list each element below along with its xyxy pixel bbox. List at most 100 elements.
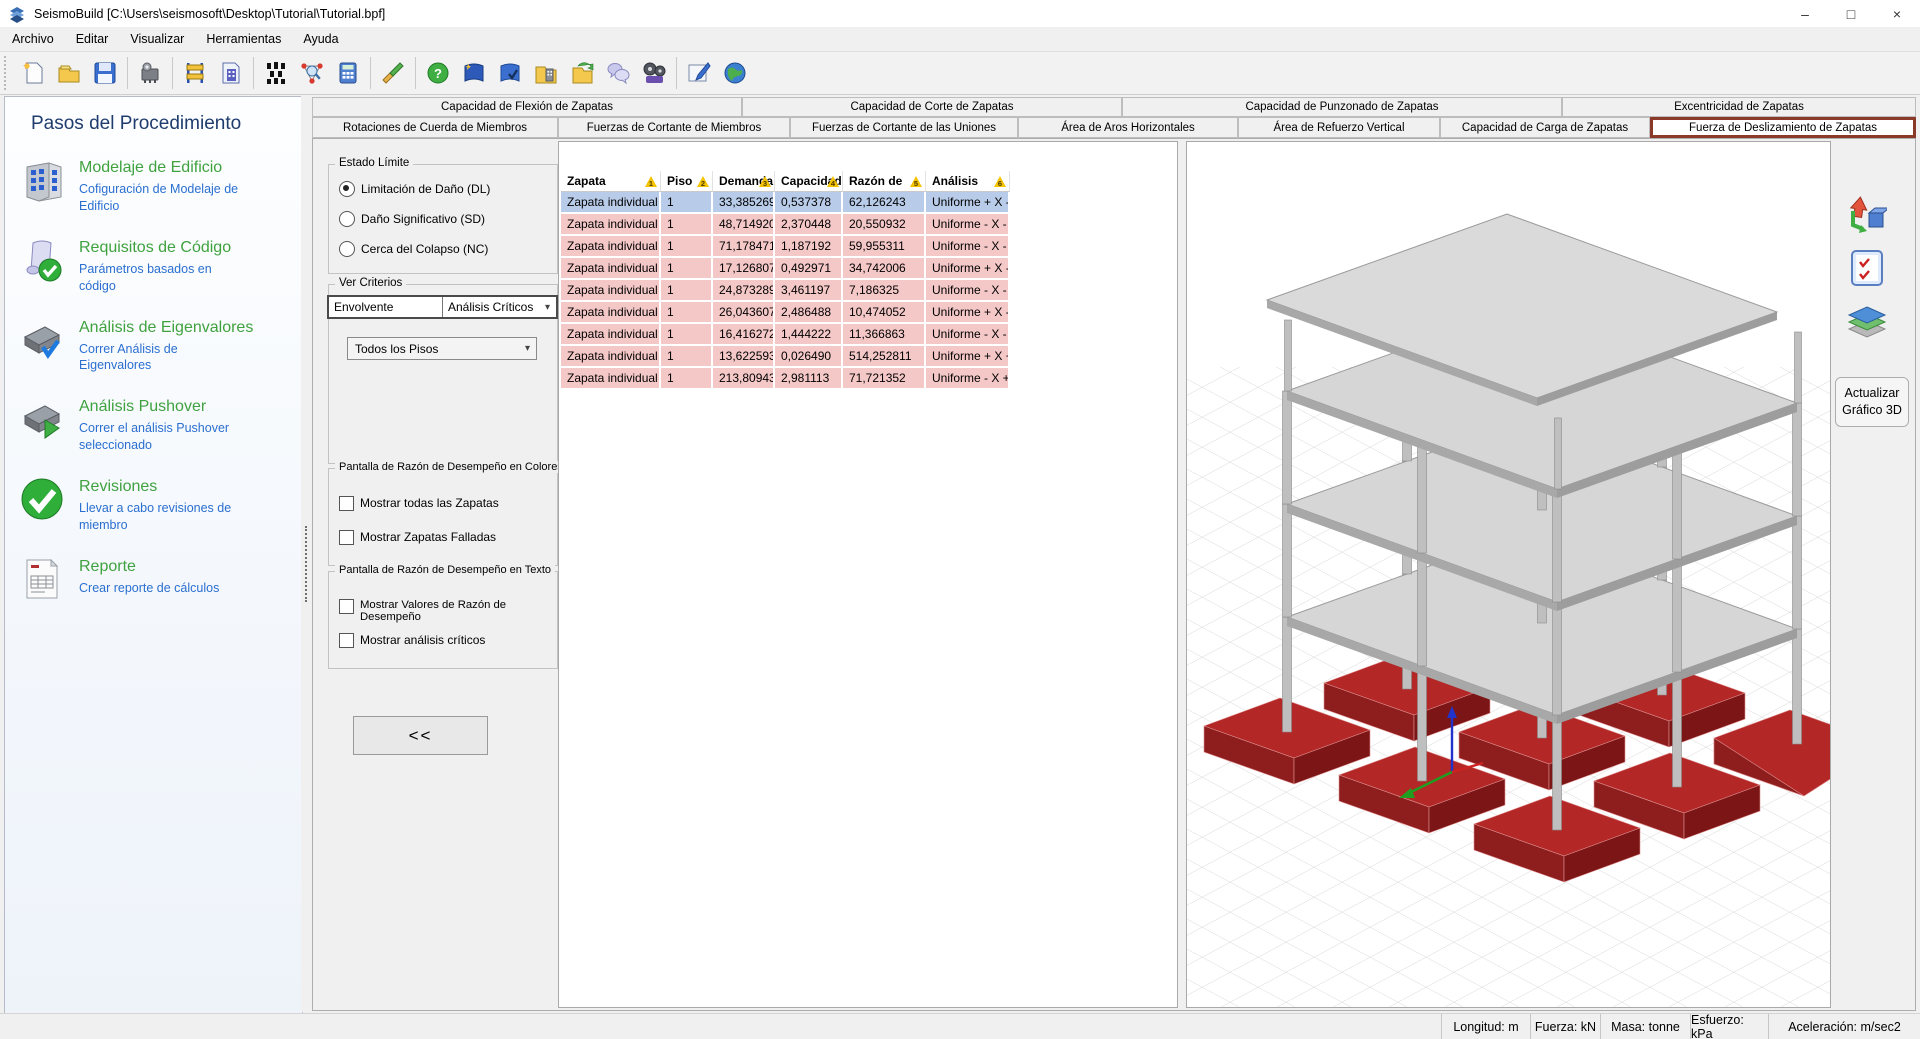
layers-icon[interactable] — [1847, 304, 1887, 342]
paintbrush-button[interactable] — [375, 55, 411, 91]
header-zapata[interactable]: Zapata1 — [561, 171, 661, 192]
tab-capacidad-carga[interactable]: Capacidad de Carga de Zapatas — [1440, 117, 1650, 138]
step-requisitos-codigo[interactable]: Requisitos de Código Parámetros basados … — [19, 237, 292, 295]
checkbox-mostrar-valores-razon[interactable]: Mostrar Valores de Razón de Desempeño — [339, 599, 551, 623]
header-analisis[interactable]: Análisis6 — [926, 171, 1010, 192]
table-row[interactable]: Zapata individual148,7149202,37044820,55… — [561, 214, 1010, 236]
step-title[interactable]: Modelaje de Edificio — [79, 159, 249, 177]
video-tutorials-button[interactable] — [636, 55, 672, 91]
radio-cerca-colapso[interactable]: Cerca del Colapso (NC) — [339, 241, 488, 257]
tab-rotaciones-cuerda[interactable]: Rotaciones de Cuerda de Miembros — [312, 117, 558, 138]
floors-combobox[interactable]: Todos los Pisos ▾ — [347, 337, 537, 360]
cell-razon: 7,186325 — [843, 280, 926, 302]
forum-comments-button[interactable] — [600, 55, 636, 91]
chevron-down-icon[interactable]: ▾ — [525, 343, 530, 354]
tab-fuerzas-cortante-uniones[interactable]: Fuerzas de Cortante de las Uniones — [790, 117, 1018, 138]
help-button[interactable]: ? — [420, 55, 456, 91]
header-demanda[interactable]: Demanda3 — [713, 171, 775, 192]
new-project-button[interactable] — [15, 55, 51, 91]
checkbox-mostrar-todas-zapatas[interactable]: Mostrar todas las Zapatas — [339, 496, 499, 511]
criteria-combobox[interactable]: Envolvente Análisis Críticos▾ — [327, 295, 558, 319]
menu-ayuda[interactable]: Ayuda — [293, 29, 348, 49]
chevron-down-icon[interactable]: ▾ — [545, 302, 550, 313]
member-pattern-button[interactable] — [258, 55, 294, 91]
step-subtitle[interactable]: Cofiguración de Modelaje de Edificio — [79, 181, 249, 215]
check-book-button[interactable] — [492, 55, 528, 91]
step-subtitle[interactable]: Parámetros basados en código — [79, 261, 249, 295]
eigenvalue-model-button[interactable] — [294, 55, 330, 91]
menu-visualizar[interactable]: Visualizar — [120, 29, 194, 49]
processor-settings-button[interactable] — [132, 55, 168, 91]
tab-capacidad-flexion[interactable]: Capacidad de Flexión de Zapatas — [312, 97, 742, 117]
menu-editar[interactable]: Editar — [66, 29, 119, 49]
step-analisis-eigenvalores[interactable]: Análisis de Eigenvalores Correr Análisis… — [19, 317, 292, 375]
table-row[interactable]: Zapata individual113,6225930,026490514,2… — [561, 346, 1010, 368]
menu-herramientas[interactable]: Herramientas — [196, 29, 291, 49]
step-title[interactable]: Análisis Pushover — [79, 398, 249, 416]
radio-dot[interactable] — [339, 241, 355, 257]
radio-dot[interactable] — [339, 181, 355, 197]
minimize-button[interactable]: – — [1782, 0, 1828, 27]
step-reporte[interactable]: Reporte Crear reporte de cálculos — [19, 556, 292, 602]
building-modeller-button[interactable] — [213, 55, 249, 91]
header-piso[interactable]: Piso2 — [661, 171, 713, 192]
table-row[interactable]: Zapata individual133,3852690,53737862,12… — [561, 192, 1010, 214]
sidebar-splitter[interactable] — [301, 96, 312, 1012]
step-subtitle[interactable]: Crear reporte de cálculos — [79, 580, 219, 597]
refresh-folder-button[interactable] — [564, 55, 600, 91]
step-subtitle[interactable]: Correr Análisis de Eigenvalores — [79, 341, 249, 375]
tab-fuerzas-cortante-miembros[interactable]: Fuerzas de Cortante de Miembros — [558, 117, 790, 138]
step-title[interactable]: Revisiones — [79, 478, 249, 496]
step-title[interactable]: Análisis de Eigenvalores — [79, 319, 253, 337]
calculator-button[interactable] — [330, 55, 366, 91]
header-razon[interactable]: Razón de5 — [843, 171, 926, 192]
step-subtitle[interactable]: Correr el análisis Pushover seleccionado — [79, 420, 249, 454]
checkbox-box[interactable] — [339, 633, 354, 648]
radio-dot[interactable] — [339, 211, 355, 227]
report-editor-button[interactable] — [681, 55, 717, 91]
close-button[interactable]: × — [1874, 0, 1920, 27]
web-globe-button[interactable] — [717, 55, 753, 91]
status-masa: Masa: tonne — [1600, 1014, 1690, 1039]
collapse-panel-button[interactable]: << — [353, 716, 488, 755]
tab-area-refuerzo[interactable]: Área de Refuerzo Vertical — [1238, 117, 1440, 138]
step-subtitle[interactable]: Llevar a cabo revisiones de miembro — [79, 500, 249, 534]
table-row[interactable]: Zapata individual1213,809432,98111371,72… — [561, 368, 1010, 390]
cell-razon: 11,366863 — [843, 324, 926, 346]
header-capacidad[interactable]: Capacidad4 — [775, 171, 843, 192]
axes-cube-icon[interactable] — [1847, 195, 1887, 233]
radio-dano-significativo[interactable]: Daño Significativo (SD) — [339, 211, 485, 227]
update-3d-button[interactable]: Actualizar Gráfico 3D — [1835, 377, 1909, 427]
radio-limitacion-dano[interactable]: Limitación de Daño (DL) — [339, 181, 490, 197]
checkbox-mostrar-analisis-criticos[interactable]: Mostrar análisis críticos — [339, 633, 485, 648]
table-row[interactable]: Zapata individual171,1784711,18719259,95… — [561, 236, 1010, 258]
step-analisis-pushover[interactable]: Análisis Pushover Correr el análisis Pus… — [19, 396, 292, 454]
tab-excentricidad[interactable]: Excentricidad de Zapatas — [1562, 97, 1916, 117]
checkbox-box[interactable] — [339, 530, 354, 545]
step-revisiones[interactable]: Revisiones Llevar a cabo revisiones de m… — [19, 476, 292, 534]
tab-fuerza-deslizamiento[interactable]: Fuerza de Deslizamiento de Zapatas — [1650, 117, 1916, 138]
checkbox-box[interactable] — [339, 496, 354, 511]
table-row[interactable]: Zapata individual116,4162721,44422211,36… — [561, 324, 1010, 346]
step-modelaje-edificio[interactable]: Modelaje de Edificio Cofiguración de Mod… — [19, 157, 292, 215]
viewport-3d[interactable] — [1186, 141, 1831, 1008]
step-title[interactable]: Requisitos de Código — [79, 239, 249, 257]
maximize-button[interactable]: □ — [1828, 0, 1874, 27]
project-folder-button[interactable] — [528, 55, 564, 91]
open-project-button[interactable] — [51, 55, 87, 91]
tab-capacidad-punzonado[interactable]: Capacidad de Punzonado de Zapatas — [1122, 97, 1562, 117]
step-title[interactable]: Reporte — [79, 558, 219, 576]
splitter-handle[interactable] — [305, 526, 307, 602]
table-row[interactable]: Zapata individual124,8732893,4611977,186… — [561, 280, 1010, 302]
save-project-button[interactable] — [87, 55, 123, 91]
table-row[interactable]: Zapata individual126,0436072,48648810,47… — [561, 302, 1010, 324]
frame-elements-button[interactable] — [177, 55, 213, 91]
checklist-icon[interactable] — [1851, 249, 1883, 287]
tutorial-book-button[interactable] — [456, 55, 492, 91]
menu-archivo[interactable]: Archivo — [2, 29, 64, 49]
tab-area-aros[interactable]: Área de Aros Horizontales — [1018, 117, 1238, 138]
table-row[interactable]: Zapata individual117,1268070,49297134,74… — [561, 258, 1010, 280]
tab-capacidad-corte[interactable]: Capacidad de Corte de Zapatas — [742, 97, 1122, 117]
checkbox-box[interactable] — [339, 599, 354, 614]
checkbox-mostrar-zapatas-falladas[interactable]: Mostrar Zapatas Falladas — [339, 530, 496, 545]
